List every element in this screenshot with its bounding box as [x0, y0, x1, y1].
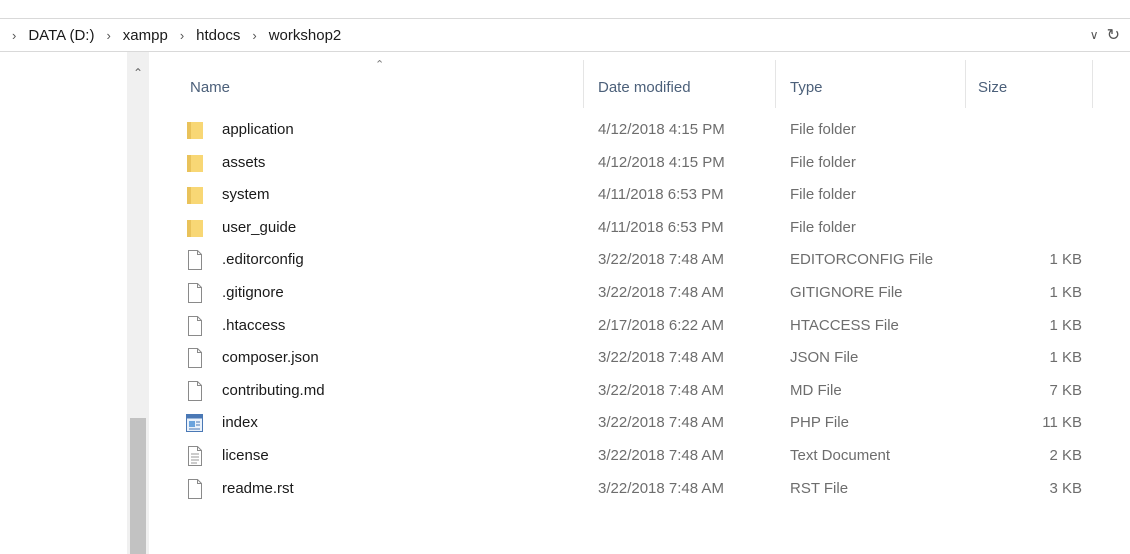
php-file-icon: [186, 413, 204, 433]
folder-icon: [186, 218, 204, 238]
file-row[interactable]: license 3/22/2018 7:48 AM Text Document 2 K…: [170, 440, 1095, 473]
column-header-date[interactable]: Date modified: [598, 76, 691, 100]
breadcrumb: › DATA (D:) › xampp › htdocs › workshop2: [0, 19, 341, 51]
file-size: 3 KB: [1049, 479, 1082, 497]
file-date-modified: 3/22/2018 7:48 AM: [598, 349, 724, 367]
chevron-right-icon[interactable]: ›: [106, 28, 110, 43]
file-size: 1 KB: [1049, 349, 1082, 367]
file-type: GITIGNORE File: [790, 283, 903, 301]
breadcrumb-item-drive[interactable]: DATA (D:): [28, 27, 94, 44]
file-date-modified: 3/22/2018 7:48 AM: [598, 479, 724, 497]
file-name[interactable]: index: [222, 407, 258, 439]
file-row[interactable]: .editorconfig 3/22/2018 7:48 AM EDITORCONF…: [170, 244, 1095, 277]
file-date-modified: 3/22/2018 7:48 AM: [598, 414, 724, 432]
folder-icon: [186, 120, 204, 140]
file-type: MD File: [790, 381, 842, 399]
file-name[interactable]: application: [222, 114, 294, 146]
column-header-name[interactable]: Name: [190, 76, 230, 100]
file-row[interactable]: contributing.md 3/22/2018 7:48 AM MD File 7…: [170, 375, 1095, 408]
file-icon: [186, 380, 204, 401]
file-list: application 4/12/2018 4:15 PM File folder a…: [170, 114, 1095, 505]
file-row[interactable]: user_guide 4/11/2018 6:53 PM File folder: [170, 212, 1095, 245]
chevron-right-icon[interactable]: ›: [12, 28, 16, 43]
file-date-modified: 4/12/2018 4:15 PM: [598, 121, 725, 138]
file-name[interactable]: contributing.md: [222, 375, 325, 407]
column-header-size[interactable]: Size: [978, 76, 1007, 100]
file-date-modified: 4/11/2018 6:53 PM: [598, 218, 724, 236]
file-icon: [186, 478, 204, 499]
file-size: 2 KB: [1049, 446, 1082, 464]
column-divider[interactable]: [775, 60, 776, 108]
file-date-modified: 2/17/2018 6:22 AM: [598, 316, 724, 334]
file-name[interactable]: .htaccess: [222, 310, 285, 342]
file-type: Text Document: [790, 446, 891, 464]
column-divider[interactable]: [1092, 60, 1093, 108]
file-name[interactable]: composer.json: [222, 342, 319, 374]
breadcrumb-item-workshop2[interactable]: workshop2: [269, 27, 342, 44]
file-name[interactable]: .editorconfig: [222, 244, 304, 276]
file-size: 7 KB: [1049, 381, 1082, 399]
file-icon: [186, 315, 204, 336]
file-type: File folder: [790, 218, 856, 236]
file-row[interactable]: application 4/12/2018 4:15 PM File folder: [170, 114, 1095, 147]
text-document-icon: [186, 445, 204, 466]
file-type: PHP File: [790, 414, 849, 432]
nav-pane-scrollbar[interactable]: ⌃: [127, 52, 149, 554]
file-row[interactable]: .gitignore 3/22/2018 7:48 AM GITIGNORE Fil…: [170, 277, 1095, 310]
column-header-row: ⌃ Name Date modified Type Size: [170, 52, 1095, 116]
column-header-type[interactable]: Type: [790, 76, 823, 100]
file-date-modified: 4/11/2018 6:53 PM: [598, 186, 724, 204]
scroll-up-icon[interactable]: ⌃: [127, 66, 149, 80]
file-row[interactable]: system 4/11/2018 6:53 PM File folder: [170, 179, 1095, 212]
address-bar[interactable]: › DATA (D:) › xampp › htdocs › workshop2…: [0, 18, 1130, 52]
file-row[interactable]: composer.json 3/22/2018 7:48 AM JSON File 1…: [170, 342, 1095, 375]
breadcrumb-item-htdocs[interactable]: htdocs: [196, 27, 240, 44]
file-date-modified: 3/22/2018 7:48 AM: [598, 446, 724, 464]
sort-ascending-icon: ⌃: [375, 59, 385, 71]
file-date-modified: 4/12/2018 4:15 PM: [598, 153, 725, 171]
file-name[interactable]: license: [222, 440, 269, 472]
file-row[interactable]: readme.rst 3/22/2018 7:48 AM RST File 3 KB: [170, 473, 1095, 506]
folder-icon: [186, 185, 204, 205]
file-name[interactable]: system: [222, 179, 270, 211]
file-row[interactable]: .htaccess 2/17/2018 6:22 AM HTACCESS File 1…: [170, 310, 1095, 343]
file-type: File folder: [790, 121, 856, 138]
file-type: EDITORCONFIG File: [790, 251, 934, 269]
file-row[interactable]: index 3/22/2018 7:48 AM PHP File 11 KB: [170, 407, 1095, 440]
file-size: 11 KB: [1042, 414, 1082, 432]
file-name[interactable]: user_guide: [222, 212, 296, 244]
chevron-right-icon[interactable]: ›: [252, 28, 256, 43]
file-date-modified: 3/22/2018 7:48 AM: [598, 283, 724, 301]
folder-icon: [186, 153, 204, 173]
file-name[interactable]: assets: [222, 147, 265, 179]
column-divider[interactable]: [583, 60, 584, 108]
scrollbar-thumb[interactable]: [130, 418, 146, 554]
file-type: RST File: [790, 479, 849, 497]
chevron-down-icon[interactable]: ∨: [1090, 28, 1099, 42]
file-icon: [186, 348, 204, 369]
file-icon: [186, 282, 204, 303]
file-type: File folder: [790, 186, 856, 204]
chevron-right-icon[interactable]: ›: [180, 28, 184, 43]
file-type: File folder: [790, 153, 856, 171]
file-icon: [186, 250, 204, 271]
file-date-modified: 3/22/2018 7:48 AM: [598, 381, 724, 399]
column-divider[interactable]: [965, 60, 966, 108]
file-size: 1 KB: [1049, 251, 1082, 269]
file-size: 1 KB: [1049, 316, 1082, 334]
file-type: HTACCESS File: [790, 316, 899, 334]
file-date-modified: 3/22/2018 7:48 AM: [598, 251, 724, 269]
file-size: 1 KB: [1049, 283, 1082, 301]
breadcrumb-item-xampp[interactable]: xampp: [123, 27, 168, 44]
file-type: JSON File: [790, 349, 859, 367]
refresh-icon[interactable]: ↻: [1107, 25, 1120, 45]
file-name[interactable]: .gitignore: [222, 277, 284, 309]
file-row[interactable]: assets 4/12/2018 4:15 PM File folder: [170, 147, 1095, 180]
file-name[interactable]: readme.rst: [222, 473, 294, 505]
